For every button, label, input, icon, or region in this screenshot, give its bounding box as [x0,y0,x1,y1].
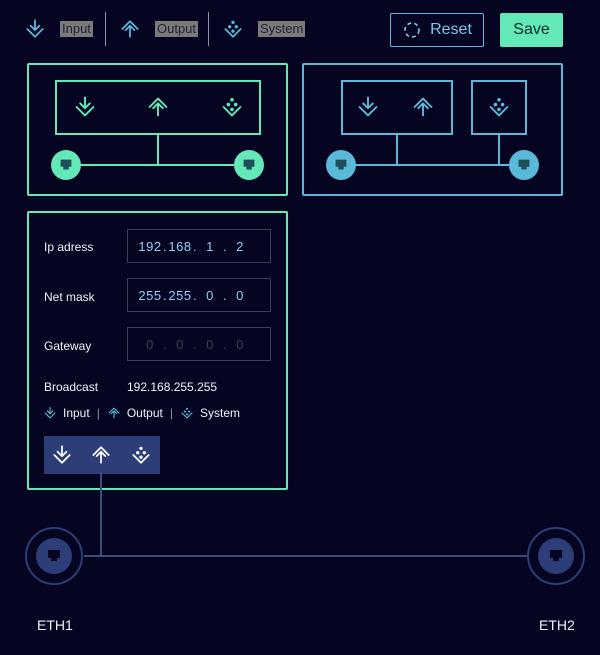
config-legend: Input | Output | System [43,406,240,420]
eth1-label: ETH1 [37,617,73,633]
broadcast-value: 192.168.255.255 [127,380,218,394]
gateway-input[interactable]: 0. 0. 0. 0 [127,327,271,361]
system-icon [487,95,511,119]
legend-input[interactable]: Input [24,14,93,44]
input-icon [43,406,57,420]
ip-label: Ip adress [44,240,94,254]
output-icon [411,95,435,119]
mask-label: Net mask [44,290,95,304]
eth2-port[interactable] [527,527,585,585]
output-icon[interactable] [90,444,112,466]
legend-system-label: System [258,21,306,37]
legend-input-label: Input [60,21,93,37]
mode-panel-single-bridge[interactable] [27,63,288,196]
eth1-port[interactable] [25,527,83,585]
gateway-label: Gateway [44,339,92,353]
save-button[interactable]: Save [500,13,563,47]
eth2-label: ETH2 [539,617,575,633]
config-legend-input: Input [63,406,90,420]
config-legend-system: System [199,406,240,420]
net-mask-input[interactable]: 255. 255. 0. 0 [127,278,271,312]
ethernet-port-icon [326,150,356,180]
legend-output-label: Output [155,21,199,37]
legend-output[interactable]: Output [119,14,199,44]
interface-group [471,80,527,135]
reset-icon [404,22,420,38]
ethernet-port-icon [51,150,81,180]
system-icon [220,95,244,119]
network-config-panel: Ip adress 192. 168. 1. 2 Net mask 255. 2… [27,211,288,490]
ip-address-input[interactable]: 192. 168. 1. 2 [127,229,271,263]
legend-system[interactable]: System [222,14,306,44]
ethernet-port-icon [509,150,539,180]
output-icon [107,406,121,420]
reset-label: Reset [430,21,472,38]
legend-divider [105,12,106,46]
output-icon [119,18,141,40]
reset-button[interactable]: Reset [390,13,484,47]
ethernet-port-icon [36,538,72,574]
system-icon [180,406,194,420]
ethernet-port-icon [538,538,574,574]
system-icon [222,18,244,40]
interface-group [55,80,261,135]
output-icon [146,95,170,119]
system-icon[interactable] [130,444,152,466]
mode-panel-split[interactable] [302,63,563,196]
interface-selection-bar[interactable] [44,436,160,474]
broadcast-label: Broadcast [44,380,99,394]
config-legend-output: Output [126,406,163,420]
interface-group [341,80,453,135]
input-icon [24,18,46,40]
input-icon [356,95,380,119]
input-icon [73,95,97,119]
legend-divider [208,12,209,46]
ethernet-port-icon [234,150,264,180]
input-icon[interactable] [51,444,73,466]
